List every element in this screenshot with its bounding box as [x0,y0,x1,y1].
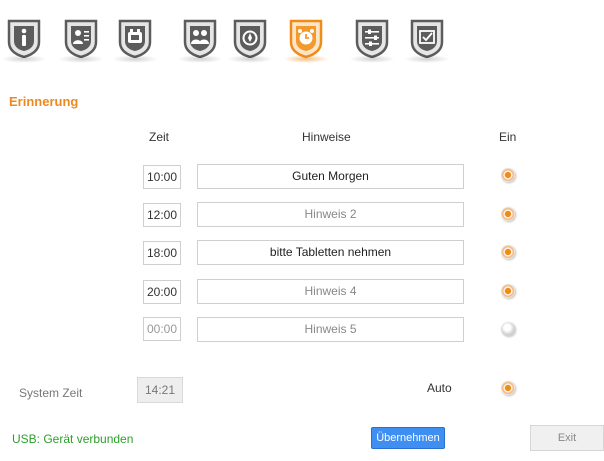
toolbar-shadow [227,55,273,63]
reminder-time-input[interactable]: 10:00 [143,165,181,189]
reminder-hint-input[interactable]: bitte Tabletten nehmen [197,240,464,265]
reminder-enable-radio[interactable] [501,322,515,336]
reminder-time-input[interactable]: 00:00 [143,317,181,341]
reminder-enable-radio[interactable] [501,245,515,259]
toolbar-shadow [1,55,47,63]
reminder-enable-radio[interactable] [501,284,515,298]
column-header-time: Zeit [149,130,170,144]
exit-button[interactable]: Exit [530,425,604,451]
toolbar-shadow [349,55,395,63]
system-time-display: 14:21 [137,377,183,403]
apply-button[interactable]: Übernehmen [371,427,445,449]
auto-label: Auto [427,381,452,395]
users-icon[interactable] [182,18,218,58]
toolbar [0,0,604,78]
settings-sliders-icon[interactable] [354,18,390,58]
usb-status: USB: Gerät verbunden [12,432,134,446]
reminder-time-input[interactable]: 18:00 [143,241,181,265]
reminder-hint-input[interactable]: Hinweis 2 [197,202,464,227]
reminder-hint-input[interactable]: Hinweis 4 [197,279,464,304]
phone-icon[interactable] [117,18,153,58]
reminder-time-input[interactable]: 20:00 [143,280,181,304]
reminder-enable-radio[interactable] [501,207,515,221]
reminder-hint-input[interactable]: Hinweis 5 [197,317,464,342]
toolbar-shadow [58,55,104,63]
column-header-hints: Hinweise [302,130,351,144]
toolbar-shadow [112,55,158,63]
section-title: Erinnerung [9,94,79,109]
alarm-clock-icon[interactable] [288,18,324,58]
toolbar-shadow [404,55,450,63]
checklist-icon[interactable] [409,18,445,58]
reminder-time-input[interactable]: 12:00 [143,203,181,227]
column-header-on: Ein [499,130,517,144]
reminder-hint-input[interactable]: Guten Morgen [197,164,464,189]
contact-card-icon[interactable] [63,18,99,58]
reminder-enable-radio[interactable] [501,168,515,182]
toolbar-shadow [177,55,223,63]
info-icon[interactable] [6,18,42,58]
toolbar-shadow-active [283,55,329,63]
emergency-call-icon[interactable] [232,18,268,58]
system-time-label: System Zeit [19,386,83,400]
auto-time-radio[interactable] [501,381,515,395]
